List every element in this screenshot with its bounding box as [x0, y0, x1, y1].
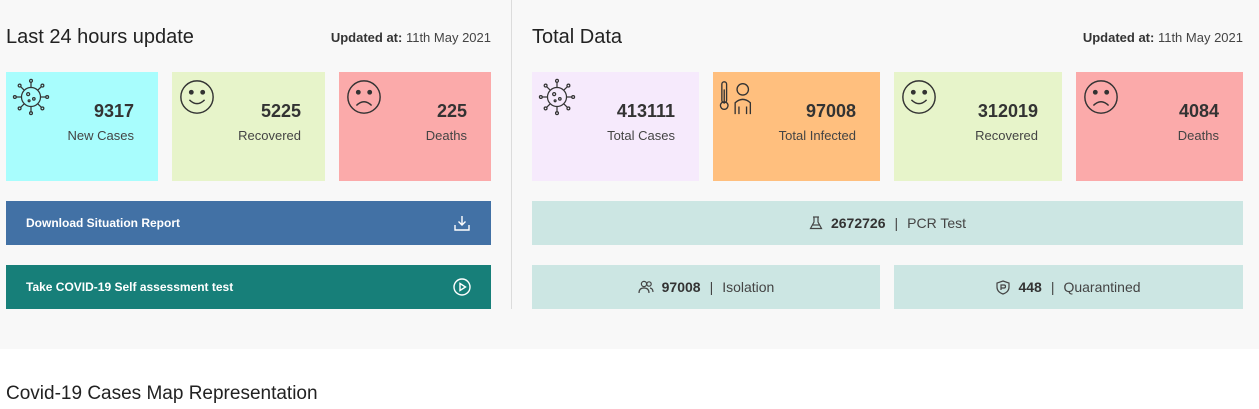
isolation-value: 97008: [661, 279, 701, 295]
frown-icon: [1084, 80, 1118, 114]
recovered-value: 5225: [260, 101, 301, 121]
fever-icon: [719, 81, 752, 115]
last24-title: Last 24 hours update: [6, 26, 194, 48]
total-infected-value: 97008: [805, 101, 856, 121]
total-title: Total Data: [532, 26, 623, 48]
play-circle-icon: [453, 278, 471, 296]
virus-icon: [12, 78, 50, 116]
card-total-recovered: 312019 Recovered: [894, 72, 1062, 181]
new-cases-label: New Cases: [67, 128, 134, 143]
pcr-test-value: 2672726: [830, 215, 886, 231]
download-report-button[interactable]: Download Situation Report: [6, 201, 491, 245]
isolation-stat: 97008 | Isolation: [532, 265, 880, 309]
total-cases-label: Total Cases: [607, 128, 675, 143]
download-icon: [454, 216, 470, 231]
smile-icon: [180, 80, 214, 114]
separator: |: [1050, 279, 1055, 295]
frown-icon: [347, 80, 381, 114]
updated-label: Updated at:: [330, 30, 403, 45]
flask-icon: [809, 216, 823, 230]
pcr-test-stat: 2672726 | PCR Test: [532, 201, 1243, 245]
updated-value: 11th May 2021: [405, 30, 491, 45]
card-total-deaths: 4084 Deaths: [1076, 72, 1243, 181]
card-total-infected: 97008 Total Infected: [713, 72, 880, 181]
separator: |: [894, 215, 899, 231]
self-assessment-button[interactable]: Take COVID-19 Self assessment test: [6, 265, 491, 309]
virus-icon: [538, 78, 576, 116]
card-deaths: 225 Deaths: [339, 72, 491, 181]
download-report-label: Download Situation Report: [26, 216, 180, 230]
pcr-test-label: PCR Test: [907, 215, 967, 231]
deaths-value: 225: [436, 101, 467, 121]
total-updated: Updated at: 11th May 2021: [1083, 30, 1243, 45]
quarantined-value: 448: [1018, 279, 1042, 295]
quarantined-stat: 448 | Quarantined: [894, 265, 1243, 309]
updated-value: 11th May 2021: [1157, 30, 1243, 45]
new-cases-value: 9317: [93, 101, 134, 121]
shield-icon: [996, 279, 1011, 295]
total-recovered-label: Recovered: [975, 128, 1038, 143]
smile-icon: [902, 80, 936, 114]
total-cases-value: 413111: [616, 101, 675, 121]
total-recovered-value: 312019: [977, 101, 1038, 121]
total-infected-label: Total Infected: [778, 128, 856, 143]
quarantined-label: Quarantined: [1063, 279, 1141, 295]
deaths-label: Deaths: [425, 128, 467, 143]
card-new-cases: 9317 New Cases: [6, 72, 158, 181]
people-icon: [638, 280, 654, 294]
updated-label: Updated at:: [1082, 30, 1155, 45]
total-deaths-value: 4084: [1178, 101, 1219, 121]
panel-divider: [511, 0, 512, 309]
self-assessment-label: Take COVID-19 Self assessment test: [26, 280, 234, 294]
card-total-cases: 413111 Total Cases: [532, 72, 699, 181]
map-section-title: Covid-19 Cases Map Representation: [6, 383, 318, 404]
separator: |: [709, 279, 714, 295]
card-recovered: 5225 Recovered: [172, 72, 325, 181]
isolation-label: Isolation: [722, 279, 775, 295]
total-deaths-label: Deaths: [1177, 128, 1219, 143]
recovered-label: Recovered: [238, 128, 301, 143]
last24-updated: Updated at: 11th May 2021: [331, 30, 491, 45]
